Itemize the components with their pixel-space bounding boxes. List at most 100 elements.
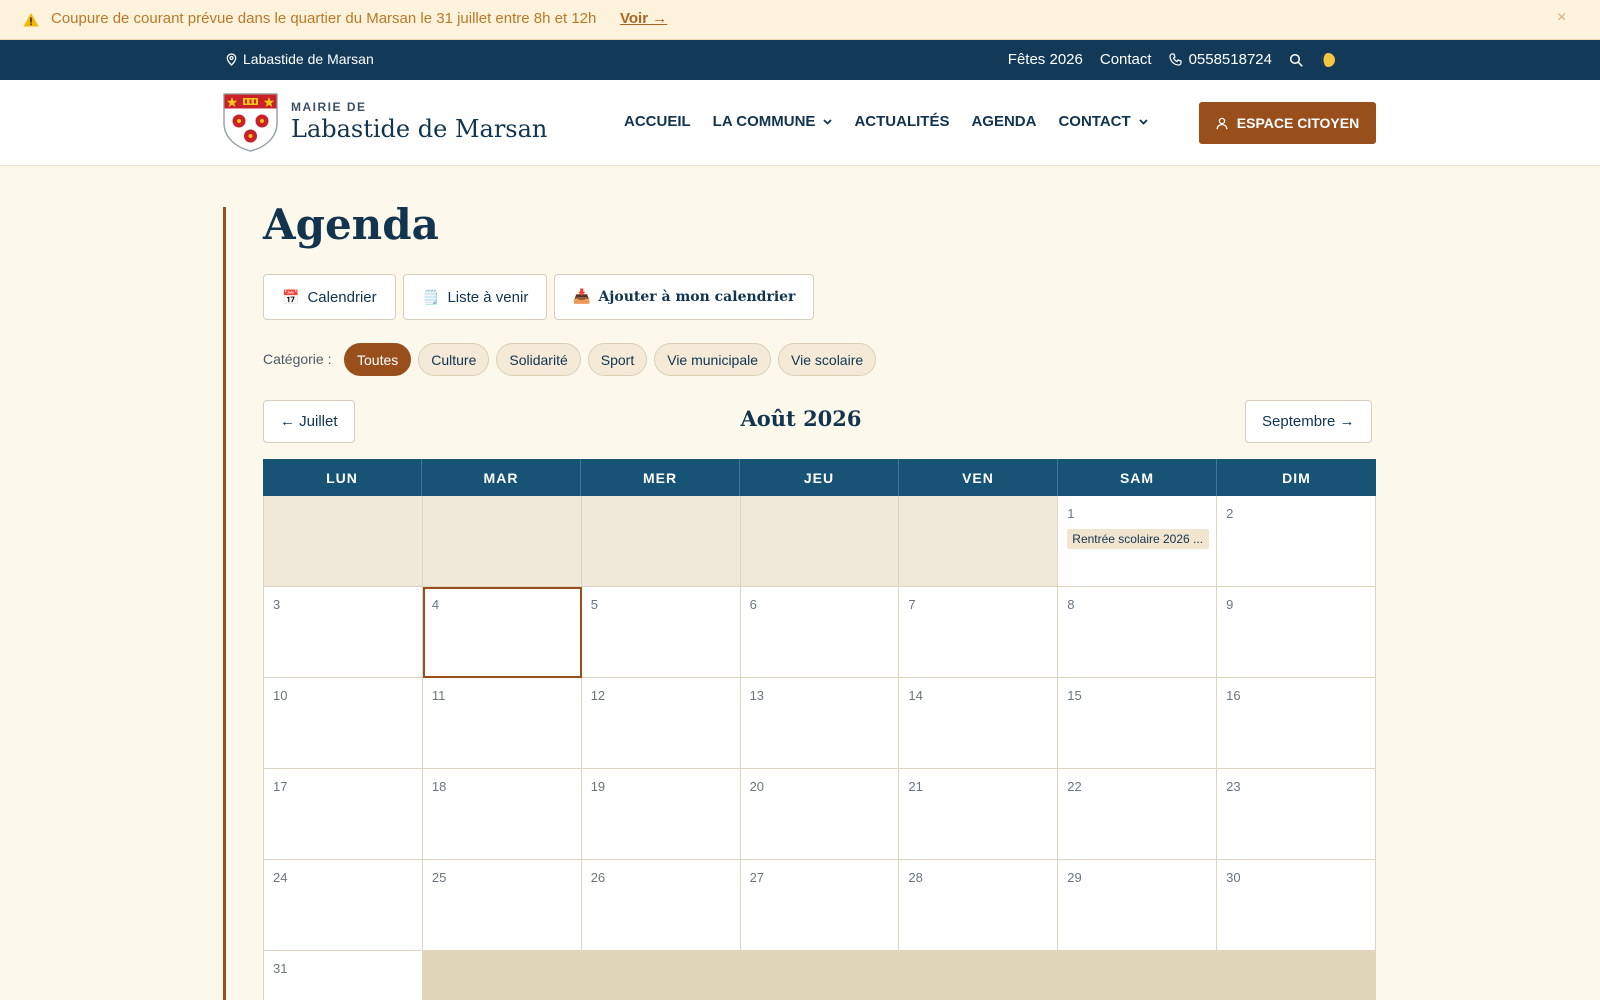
add-to-calendar-button[interactable]: 📥 Ajouter à mon calendrier [554,274,815,320]
category-chip[interactable]: Toutes [344,343,412,376]
trailing-empty-cells [422,951,1376,1000]
category-chip[interactable]: Solidarité [496,343,581,376]
weekday-header: VEN [899,459,1058,496]
day-cell[interactable]: 13 [740,678,900,769]
category-chip[interactable]: Vie municipale [654,343,772,376]
day-cell[interactable]: 2 [1217,496,1376,587]
category-label: Catégorie : [263,351,332,367]
day-cell[interactable]: 16 [1217,678,1376,769]
theme-toggle-icon[interactable] [1320,52,1336,68]
day-cell[interactable]: 31 [264,951,423,1000]
top-bar: Labastide de Marsan Fêtes 2026 Contact 0… [0,40,1600,80]
day-cell[interactable]: 25 [422,860,582,951]
day-number: 29 [1067,870,1082,885]
day-number: 15 [1067,688,1082,703]
nav-item-la-commune[interactable]: LA COMMUNE [713,113,833,130]
day-cell[interactable]: 15 [1058,678,1218,769]
page-title: Agenda [263,200,439,249]
day-number: 13 [749,688,765,703]
calendar-view-button[interactable]: 📅 Calendrier [263,274,396,320]
coat-of-arms-logo[interactable] [223,93,278,152]
day-cell[interactable]: 18 [422,769,582,860]
day-cell[interactable]: 28 [899,860,1059,951]
topbar-links: Fêtes 2026 Contact 0558518724 [1008,51,1336,68]
day-number: 7 [908,597,916,612]
day-number: 19 [590,779,606,794]
day-cell[interactable]: 20 [740,769,900,860]
nav-item-contact[interactable]: CONTACT [1058,113,1148,130]
upcoming-list-button[interactable]: 🗒️ Liste à venir [403,274,548,320]
day-cell[interactable]: 27 [740,860,900,951]
day-number: 4 [431,597,440,612]
day-number: 28 [908,870,923,885]
day-cell[interactable]: 22 [1058,769,1218,860]
day-cell[interactable]: 7 [899,587,1059,678]
location-label: Labastide de Marsan [243,51,374,67]
calendar-grid: LUN MAR MER JEU VEN SAM DIM 1 Rentrée scolaire … [263,459,1376,1000]
day-cell-today[interactable]: 4 [422,587,582,678]
day-number: 18 [431,779,447,794]
chevron-down-icon [1139,118,1148,125]
day-cell[interactable]: 30 [1217,860,1376,951]
day-cell[interactable]: 1 Rentrée scolaire 2026 ... [1058,496,1218,587]
site-name[interactable]: Labastide de Marsan [291,115,547,143]
day-cell[interactable]: 14 [899,678,1059,769]
next-month-button[interactable]: Septembre → [1245,400,1372,443]
day-cell[interactable]: 23 [1217,769,1376,860]
weekday-header: MAR [422,459,581,496]
calendar-icon: 📅 [282,288,300,305]
empty-day-cell [264,496,423,587]
category-chip[interactable]: Culture [418,343,490,376]
chevron-down-icon [823,118,833,125]
day-cell[interactable]: 10 [264,678,423,769]
nav-item-label: ACCUEIL [624,113,691,130]
calendar-event[interactable]: Rentrée scolaire 2026 ... [1067,529,1210,549]
month-title: Août 2026 [740,406,862,431]
day-cell[interactable]: 19 [581,769,741,860]
previous-month-button[interactable]: ← Juillet [263,400,355,443]
nav-item-actualites[interactable]: ACTUALITÉS [854,113,949,130]
day-cell[interactable]: 29 [1058,860,1218,951]
topbar-link-contact[interactable]: Contact [1100,51,1152,68]
day-number: 11 [431,688,446,703]
day-cell[interactable]: 17 [264,769,423,860]
weekday-header: JEU [740,459,899,496]
day-number: 14 [908,688,923,703]
nav-item-accueil[interactable]: ACCUEIL [624,113,691,130]
calendar-days: 1 Rentrée scolaire 2026 ... 2 3 4 5 6 7 8 9 10 11 12… [263,496,1376,1000]
view-button-label: Liste à venir [447,288,529,306]
category-chip[interactable]: Sport [587,343,648,376]
alert-link[interactable]: Voir → [620,10,667,27]
day-cell[interactable]: 26 [581,860,741,951]
citizen-space-button[interactable]: ESPACE CITOYEN [1199,102,1376,144]
day-cell[interactable]: 9 [1217,587,1376,678]
category-filter: Toutes Culture Solidarité Sport Vie municipa… [344,343,877,376]
day-number: 1 [1067,506,1075,521]
site-header: MAIRIE DE Labastide de Marsan ACCUEIL LA… [0,80,1600,166]
day-cell[interactable]: 11 [422,678,582,769]
category-chip[interactable]: Vie scolaire [778,343,877,376]
day-cell[interactable]: 8 [1058,587,1218,678]
nav-item-label: AGENDA [971,113,1037,130]
day-cell[interactable]: 21 [899,769,1059,860]
close-icon[interactable]: × [1557,9,1566,27]
nav-item-label: CONTACT [1058,113,1131,130]
notepad-icon: 🗒️ [422,288,440,305]
day-number: 23 [1226,779,1241,794]
nav-item-agenda[interactable]: AGENDA [971,113,1036,130]
day-cell[interactable]: 12 [581,678,741,769]
day-number: 16 [1226,688,1241,703]
day-cell[interactable]: 24 [264,860,423,951]
weekday-header: MER [581,459,740,496]
user-icon [1216,117,1228,129]
phone-link[interactable]: 0558518724 [1168,51,1272,68]
day-cell[interactable]: 6 [740,587,900,678]
search-icon[interactable] [1289,53,1303,67]
day-cell[interactable]: 5 [581,587,741,678]
day-number: 6 [749,597,757,612]
calendar-weekday-header: LUN MAR MER JEU VEN SAM DIM [263,459,1376,496]
empty-day-cell [422,496,582,587]
topbar-link-fetes[interactable]: Fêtes 2026 [1008,51,1083,68]
day-cell[interactable]: 3 [264,587,423,678]
main-nav: ACCUEIL LA COMMUNE ACTUALITÉS AGENDA CON… [624,113,1148,130]
